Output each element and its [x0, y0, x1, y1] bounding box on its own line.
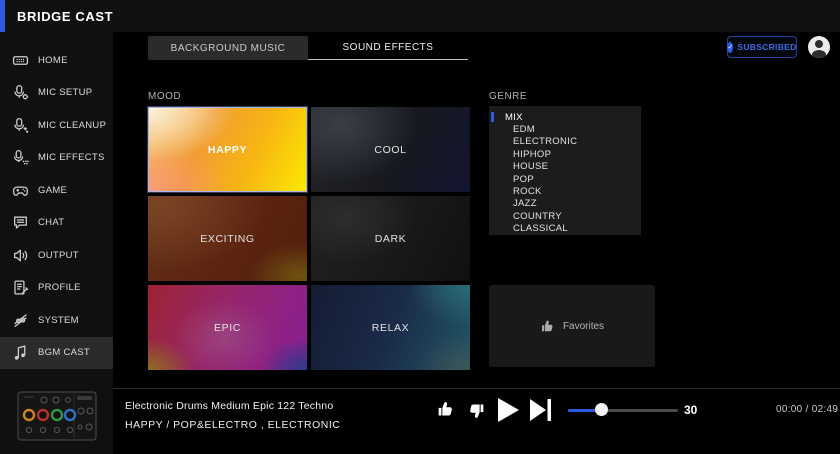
user-icon	[815, 40, 823, 48]
mood-tile-dark[interactable]: DARK	[311, 196, 470, 281]
mood-tile-epic[interactable]: EPIC	[148, 285, 307, 370]
document-pencil-icon	[12, 279, 29, 296]
mic-gear-icon	[12, 84, 29, 101]
sliders-icon	[12, 312, 29, 329]
genre-item-electronic[interactable]: ELECTRONIC	[489, 136, 641, 148]
track-meta: HAPPY / POP&ELECTRO , ELECTRONIC	[125, 419, 341, 431]
subscribed-badge[interactable]: ✓ SUBSCRIBED	[727, 36, 797, 58]
mood-tile-label: EXCITING	[200, 232, 255, 245]
genre-item-hiphop[interactable]: HIPHOP	[489, 148, 641, 160]
thumbs-down-button[interactable]	[467, 401, 486, 420]
mood-tile-exciting[interactable]: EXCITING	[148, 196, 307, 281]
thumbs-up-button[interactable]	[436, 400, 455, 419]
genre-item-rock[interactable]: ROCK	[489, 185, 641, 197]
sidebar-item-mic-effects[interactable]: MIC EFFECTS	[0, 142, 113, 175]
tab-background-music[interactable]: BACKGROUND MUSIC	[148, 36, 308, 60]
skip-next-button[interactable]	[528, 397, 553, 423]
sidebar-item-chat[interactable]: CHAT	[0, 207, 113, 240]
home-device-icon	[12, 52, 29, 69]
genre-item-edm[interactable]: EDM	[489, 123, 641, 135]
genre-item-jazz[interactable]: JAZZ	[489, 198, 641, 210]
mood-tile-label: RELAX	[371, 321, 410, 334]
sidebar-nav: HOME MIC SETUP MIC CLEANUP MIC EFFECTS G…	[0, 44, 113, 369]
volume-slider[interactable]	[568, 403, 678, 417]
sidebar-item-bgm-cast[interactable]: BGM CAST	[0, 336, 113, 369]
sidebar-item-label: HOME	[38, 54, 68, 66]
mood-grid: HAPPY COOL EXCITING DARK EPIC RELAX	[148, 107, 470, 370]
selected-indicator-bar	[491, 112, 494, 122]
genre-item-country[interactable]: COUNTRY	[489, 210, 641, 222]
bridge-cast-device-image	[16, 384, 98, 448]
time-display: 00:00 / 02:49	[776, 404, 839, 415]
sidebar-item-label: BGM CAST	[38, 347, 91, 359]
mic-effects-icon	[12, 149, 29, 166]
volume-value: 30	[684, 403, 698, 417]
genre-item-classical[interactable]: CLASSICAL	[489, 223, 641, 235]
sidebar-item-mic-setup[interactable]: MIC SETUP	[0, 77, 113, 110]
genre-item-mix[interactable]: MIX	[489, 111, 641, 123]
genre-section-label: GENRE	[489, 91, 528, 102]
favorites-label: Favorites	[562, 320, 605, 332]
account-avatar[interactable]	[808, 36, 830, 58]
speaker-icon	[12, 247, 29, 264]
header-accent-bar	[0, 0, 5, 32]
mood-tile-label: DARK	[374, 232, 407, 245]
sidebar-item-mic-cleanup[interactable]: MIC CLEANUP	[0, 109, 113, 142]
gamepad-icon	[12, 182, 29, 199]
subscribed-label: SUBSCRIBED	[737, 42, 797, 52]
sidebar-item-label: MIC EFFECTS	[38, 152, 105, 164]
mood-tile-relax[interactable]: RELAX	[311, 285, 470, 370]
thumbs-up-icon	[540, 319, 555, 334]
mood-tile-happy[interactable]: HAPPY	[148, 107, 307, 192]
sidebar-item-label: MIC SETUP	[38, 87, 93, 99]
sidebar-item-home[interactable]: HOME	[0, 44, 113, 77]
tab-sound-effects[interactable]: SOUND EFFECTS	[308, 36, 468, 60]
mood-tile-label: COOL	[374, 143, 407, 156]
sidebar-item-profile[interactable]: PROFILE	[0, 272, 113, 305]
bridge-cast-window: BRIDGE CAST HOME MIC SETUP MIC CLEANUP M…	[0, 0, 840, 454]
sidebar-item-label: CHAT	[38, 217, 65, 229]
player-divider	[113, 388, 840, 389]
genre-item-pop[interactable]: POP	[489, 173, 641, 185]
sidebar-item-label: MIC CLEANUP	[38, 119, 107, 131]
mood-tile-label: EPIC	[214, 321, 241, 334]
check-circle-icon: ✓	[727, 41, 734, 53]
mood-section-label: MOOD	[148, 91, 182, 102]
volume-slider-thumb[interactable]	[595, 403, 608, 416]
repeat-button[interactable]	[406, 401, 424, 419]
mic-sparkle-icon	[12, 117, 29, 134]
header-bar: BRIDGE CAST	[0, 0, 840, 32]
sidebar-item-label: SYSTEM	[38, 314, 79, 326]
sidebar-item-label: OUTPUT	[38, 249, 79, 261]
sidebar-item-output[interactable]: OUTPUT	[0, 239, 113, 272]
music-note-icon	[12, 344, 29, 361]
track-title: Electronic Drums Medium Epic 122 Techno	[125, 400, 334, 412]
mood-tile-cool[interactable]: COOL	[311, 107, 470, 192]
sidebar-item-game[interactable]: GAME	[0, 174, 113, 207]
genre-item-house[interactable]: HOUSE	[489, 161, 641, 173]
app-title: BRIDGE CAST	[17, 9, 114, 24]
mood-tile-label: HAPPY	[207, 143, 248, 156]
sidebar-item-label: GAME	[38, 184, 68, 196]
sidebar-item-system[interactable]: SYSTEM	[0, 304, 113, 337]
favorites-button[interactable]: Favorites	[489, 285, 655, 367]
sidebar: HOME MIC SETUP MIC CLEANUP MIC EFFECTS G…	[0, 32, 113, 454]
play-button[interactable]	[495, 397, 521, 423]
chat-bubble-icon	[12, 214, 29, 231]
sidebar-item-label: PROFILE	[38, 282, 81, 294]
genre-list: MIX EDM ELECTRONIC HIPHOP HOUSE POP ROCK…	[489, 106, 641, 235]
